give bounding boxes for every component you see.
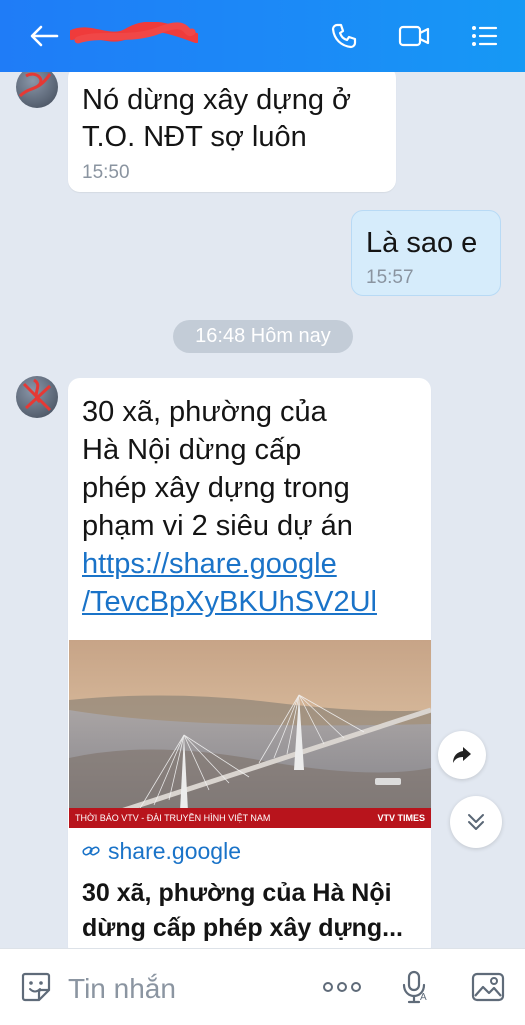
message-text-line: Là sao e [366,227,478,259]
message-text-line: T.O. NĐT sợ luôn [82,121,307,153]
message-time: 15:50 [82,162,130,183]
image-caption-bar: THỜI BÁO VTV - ĐÀI TRUYỀN HÌNH VIỆT NAM … [69,808,431,828]
phone-icon [331,23,357,49]
message-link[interactable]: /TevcBpXyBKUhSV2Ul [82,584,377,621]
link-preview-title-line: 30 xã, phường của Hà Nội [82,879,392,907]
message-list[interactable]: Nó dừng xây dựng ở T.O. NĐT sợ luôn 15:5… [0,72,525,948]
message-bubble-outgoing[interactable]: Là sao e 15:57 [351,210,501,296]
link-preview-title-line: dừng cấp phép xây dựng... [82,914,403,942]
chat-header [0,0,525,72]
link-preview-image[interactable]: THỜI BÁO VTV - ĐÀI TRUYỀN HÌNH VIỆT NAM … [69,640,431,828]
video-call-button[interactable] [394,16,434,56]
more-options-button[interactable] [322,967,362,1007]
link-preview-domain[interactable]: share.google [108,838,241,865]
scroll-to-bottom-button[interactable] [450,796,502,848]
message-input[interactable]: Tin nhắn [68,973,176,1005]
message-text-line: Nó dừng xây dựng ở [82,84,352,116]
video-call-icon [398,25,430,47]
svg-text:A: A [420,992,427,1003]
double-chevron-down-icon [468,814,484,830]
voice-icon: A [402,970,427,1004]
date-separator: 16:48 Hôm nay [173,320,353,353]
image-caption-right: VTV TIMES [377,813,425,823]
contact-name-redacted[interactable] [67,21,201,48]
link-preview-title[interactable]: 30 xã, phường của Hà Nội dừng cấp phép x… [82,876,420,946]
share-button[interactable] [438,731,486,779]
sticker-icon [21,972,51,1002]
link-icon [82,844,100,858]
message-bubble-incoming[interactable]: Nó dừng xây dựng ở T.O. NĐT sợ luôn 15:5… [68,72,396,192]
back-button[interactable] [24,16,64,56]
message-link[interactable]: https://share.google [82,546,337,583]
back-arrow-icon [30,25,59,47]
image-caption-left: THỜI BÁO VTV - ĐÀI TRUYỀN HÌNH VIỆT NAM [75,813,271,823]
voice-message-button[interactable]: A [396,967,436,1007]
gallery-icon [471,972,505,1002]
message-text-line: phạm vi 2 siêu dự án [82,510,353,542]
message-text-line: phép xây dựng trong [82,472,350,504]
avatar[interactable] [16,72,58,108]
message-text-line: 30 xã, phường của [82,396,327,428]
avatar[interactable] [16,376,58,418]
sticker-button[interactable] [16,967,56,1007]
menu-icon [472,26,498,46]
message-composer: Tin nhắn A [0,948,525,1025]
message-time: 15:57 [366,267,414,288]
message-text-line: Hà Nội dừng cấp [82,434,302,466]
gallery-button[interactable] [468,967,508,1007]
forward-icon [453,747,471,763]
options-button[interactable] [464,16,504,56]
call-button[interactable] [324,16,364,56]
more-icon [323,982,361,992]
